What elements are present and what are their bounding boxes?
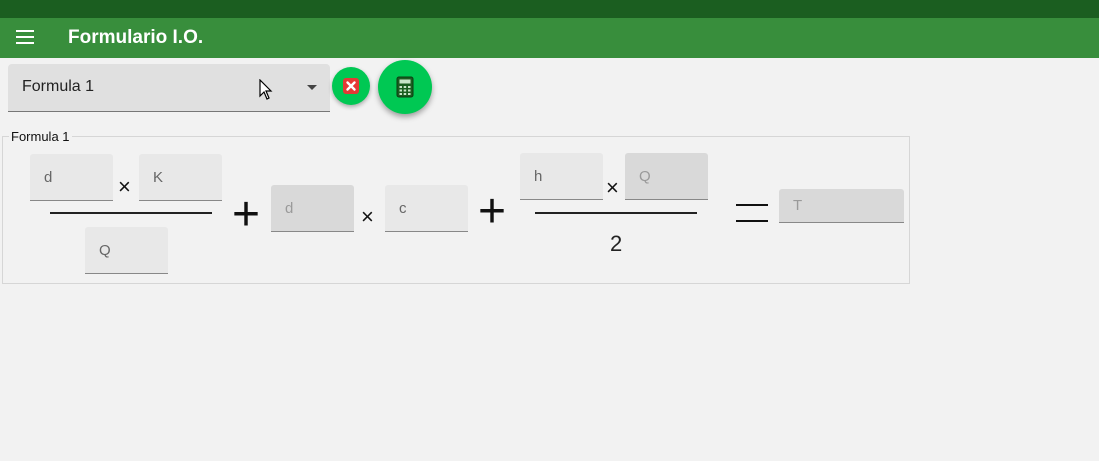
h-input[interactable]: h xyxy=(520,153,603,200)
app-title: Formulario I.O. xyxy=(68,27,204,48)
q-input[interactable]: Q xyxy=(85,227,168,274)
close-icon xyxy=(343,78,359,94)
c-input[interactable]: c xyxy=(385,185,468,232)
equals-sign-top xyxy=(736,204,768,206)
fraction-line xyxy=(535,212,697,214)
formula-select-value: Formula 1 xyxy=(22,78,95,95)
equals-sign-bottom xyxy=(736,220,768,222)
t-result-field: T xyxy=(779,189,904,223)
formula-select[interactable]: Formula 1 xyxy=(8,64,330,112)
app-bar: Formulario I.O. xyxy=(0,18,1099,58)
fraction-line xyxy=(50,212,212,214)
times-operator: × xyxy=(361,204,374,229)
k-input[interactable]: K xyxy=(139,154,222,201)
times-operator: × xyxy=(118,174,131,199)
formula-legend: Formula 1 xyxy=(9,129,72,144)
calculator-icon xyxy=(396,76,414,98)
d-input[interactable]: d xyxy=(30,154,113,201)
plus-operator: + xyxy=(478,185,507,238)
status-bar xyxy=(0,0,1099,18)
menu-icon[interactable] xyxy=(16,30,36,46)
dropdown-arrow-icon xyxy=(307,85,317,90)
times-operator: × xyxy=(606,175,619,200)
plus-operator: + xyxy=(232,188,261,241)
mouse-cursor-icon xyxy=(259,79,273,100)
clear-button[interactable] xyxy=(332,67,370,105)
d-output-field: d xyxy=(271,185,354,232)
q-output-field: Q xyxy=(625,153,708,200)
denominator-two: 2 xyxy=(610,231,623,256)
calculate-button[interactable] xyxy=(378,60,432,114)
